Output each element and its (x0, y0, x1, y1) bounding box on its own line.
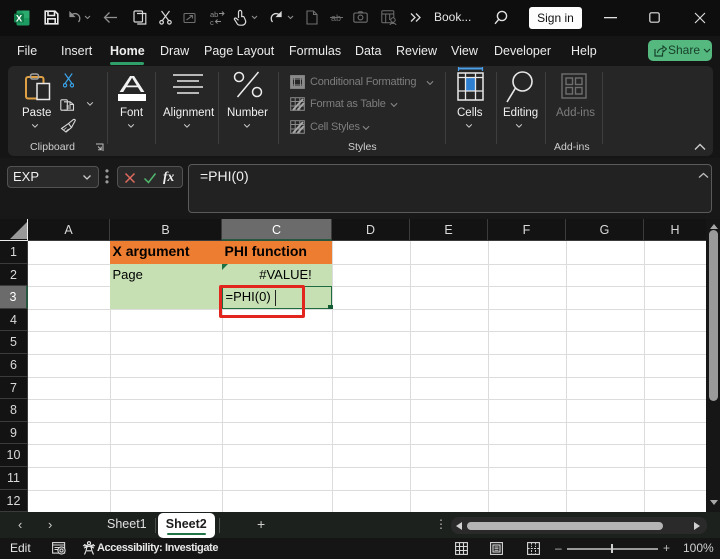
svg-text:X: X (16, 14, 23, 25)
svg-text:A: A (120, 71, 146, 97)
svg-text:c: c (210, 18, 214, 26)
